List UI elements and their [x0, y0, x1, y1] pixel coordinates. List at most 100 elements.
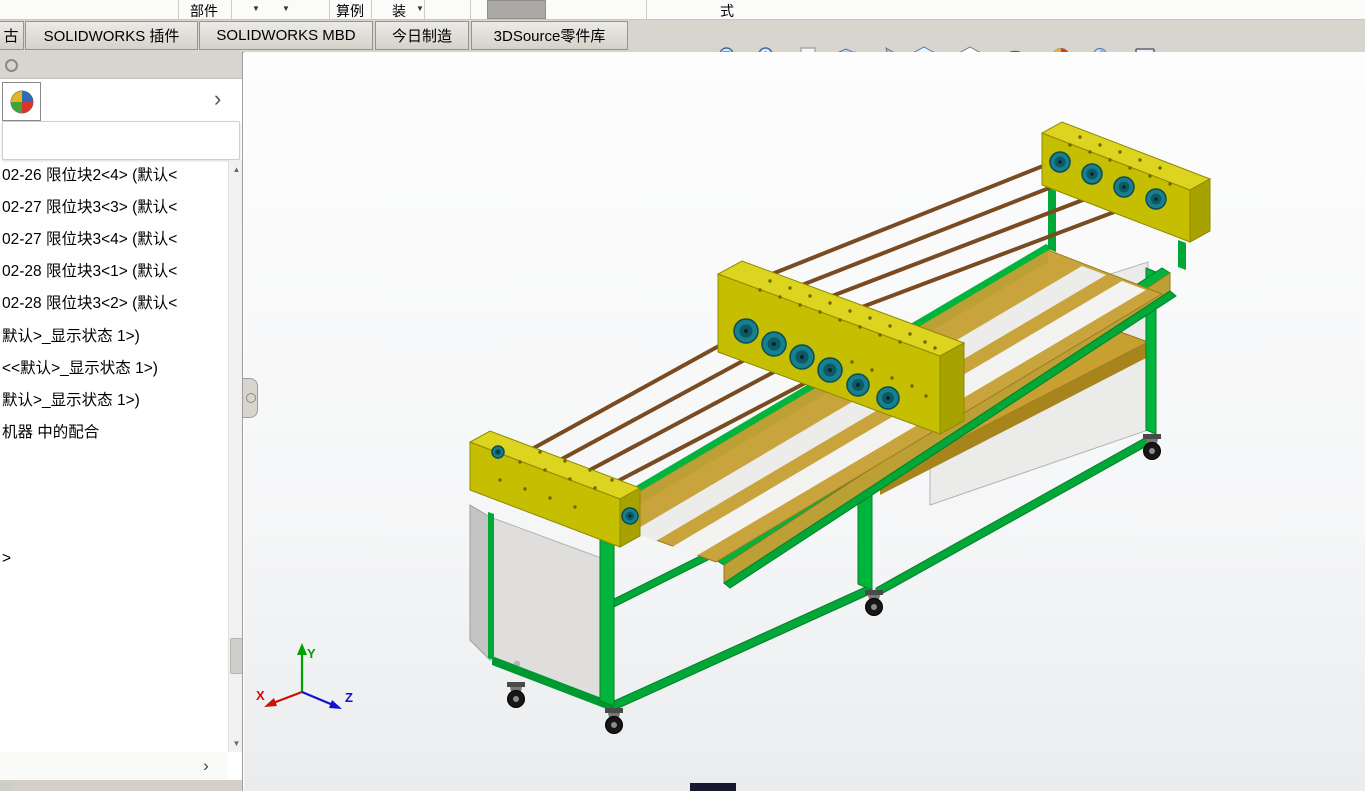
orientation-triad: Y X Z [255, 630, 365, 722]
toolbar-item-assembly[interactable]: 装 [392, 1, 406, 21]
tab-solidworks-mbd[interactable]: SOLIDWORKS MBD [199, 21, 373, 50]
caster-hub [513, 696, 519, 702]
bolt-hole [798, 303, 801, 306]
featuremanager-tree-tab[interactable] [2, 82, 41, 121]
caster-plate [605, 708, 623, 713]
bolt-hole [1148, 174, 1151, 177]
tree-item[interactable]: 机器 中的配合 [2, 420, 99, 442]
triad-y-label: Y [307, 646, 316, 661]
bolt-hole [1108, 158, 1111, 161]
bolt-hole [573, 505, 576, 508]
tree-item[interactable]: 02-26 限位块2<4> (默认< [2, 163, 177, 185]
toolbar-separator [371, 0, 372, 19]
status-corner-icon [0, 782, 12, 791]
bolt-hole [610, 478, 613, 481]
bolt-hole [1168, 182, 1171, 185]
bolt-hole [768, 279, 771, 282]
bolt-hole [838, 318, 841, 321]
panel-splitter-handle[interactable] [243, 378, 258, 418]
bearing-hub-center [800, 355, 804, 359]
bolt-hole [548, 496, 551, 499]
toolbar-separator [424, 0, 425, 19]
tree-item[interactable]: 02-28 限位块3<1> (默认< [2, 259, 177, 281]
panel-flyout-arrow[interactable]: › [214, 86, 221, 112]
toolbar-separator [470, 0, 471, 19]
featuremanager-panel: › 02-26 限位块2<4> (默认< 02-27 限位块3<3> (默认< … [0, 52, 243, 791]
bolt-hole [933, 346, 936, 349]
bolt-hole [910, 384, 913, 387]
toolbar-item-style[interactable]: 式 [720, 1, 734, 21]
panel-top-bar [0, 52, 243, 79]
tree-item[interactable]: 02-27 限位块3<3> (默认< [2, 195, 177, 217]
featuremanager-pie-icon [7, 87, 37, 117]
splitter-dot-icon [246, 393, 256, 403]
tree-item[interactable]: 02-28 限位块3<2> (默认< [2, 291, 177, 313]
toolbar-separator [231, 0, 232, 19]
panel-bottom-strip [0, 780, 243, 791]
tree-vertical-scrollbar[interactable]: ▲ ▼ [228, 160, 243, 752]
bearing-hub-center [1090, 172, 1094, 176]
tree-item[interactable]: 02-27 限位块3<4> (默认< [2, 227, 177, 249]
graphics-viewport[interactable]: Y X Z [244, 52, 1365, 791]
model-3d-machine[interactable] [244, 52, 1365, 791]
tree-item[interactable]: 默认>_显示状态 1>) [2, 388, 140, 410]
tree-horizontal-scrollbar[interactable]: › [0, 752, 228, 780]
drive-rod [772, 160, 1058, 274]
pressed-toolbar-button[interactable] [487, 0, 546, 19]
bolt-hole [858, 325, 861, 328]
toolbar-item-components[interactable]: 部件 [190, 1, 218, 21]
bolt-hole [924, 394, 927, 397]
bolt-hole [898, 340, 901, 343]
tree-item[interactable]: 默认>_显示状态 1>) [2, 324, 140, 346]
tab-3dsource-library[interactable]: 3DSource零件库 [471, 21, 628, 50]
bolt-hole [890, 376, 893, 379]
tree-filter-box[interactable] [2, 121, 240, 160]
toolbar-item-study[interactable]: 算例 [336, 1, 364, 21]
caster-hub [1149, 448, 1155, 454]
pin-icon[interactable] [5, 59, 18, 72]
bearing-hub-center [497, 451, 500, 454]
dropdown-caret-icon[interactable]: ▼ [416, 4, 424, 13]
caster-plate [1143, 434, 1161, 439]
bolt-hole [543, 468, 546, 471]
bearing-hub-center [744, 329, 748, 333]
bolt-hole [848, 309, 851, 312]
scroll-up-button[interactable]: ▲ [229, 160, 243, 178]
bolt-hole [870, 368, 873, 371]
bolt-hole [1128, 166, 1131, 169]
dropdown-caret-icon[interactable]: ▼ [282, 4, 290, 13]
application-window: 部件 ▼ ▼ 算例 装 ▼ 式 古 SOLIDWORKS 插件 SOLIDWOR… [0, 0, 1365, 791]
bolt-hole [850, 360, 853, 363]
bolt-hole [523, 487, 526, 490]
scrollbar-thumb[interactable] [230, 638, 243, 674]
bolt-hole [828, 301, 831, 304]
bolt-hole [593, 486, 596, 489]
bolt-hole [788, 286, 791, 289]
tab-today-manufacturing[interactable]: 今日制造 [375, 21, 469, 50]
bolt-hole [1098, 143, 1101, 146]
tree-more-indicator[interactable]: > [2, 550, 11, 568]
scroll-right-button[interactable]: › [196, 755, 216, 777]
bolt-hole [888, 324, 891, 327]
dropdown-caret-icon[interactable]: ▼ [252, 4, 260, 13]
bolt-hole [588, 468, 591, 471]
bolt-hole [778, 295, 781, 298]
tab-partial[interactable]: 古 [0, 21, 24, 50]
bearing-hub-center [772, 342, 776, 346]
bearing-hub-center [629, 515, 632, 518]
bearing-hub-center [1154, 197, 1158, 201]
tree-item[interactable]: <<默认>_显示状态 1>) [2, 356, 158, 378]
commandmanager-tab-bar: 古 SOLIDWORKS 插件 SOLIDWORKS MBD 今日制造 3DSo… [0, 20, 1365, 53]
bolt-hole [818, 310, 821, 313]
bolt-hole [1118, 150, 1121, 153]
toolbar-separator [646, 0, 647, 19]
scroll-down-button[interactable]: ▼ [229, 734, 243, 752]
bolt-hole [1078, 135, 1081, 138]
bolt-hole [563, 459, 566, 462]
bolt-hole [568, 477, 571, 480]
bolt-hole [1068, 143, 1071, 146]
bolt-hole [1138, 158, 1141, 161]
tab-solidworks-addins[interactable]: SOLIDWORKS 插件 [25, 21, 198, 50]
bolt-hole [808, 294, 811, 297]
bolt-hole [758, 288, 761, 291]
